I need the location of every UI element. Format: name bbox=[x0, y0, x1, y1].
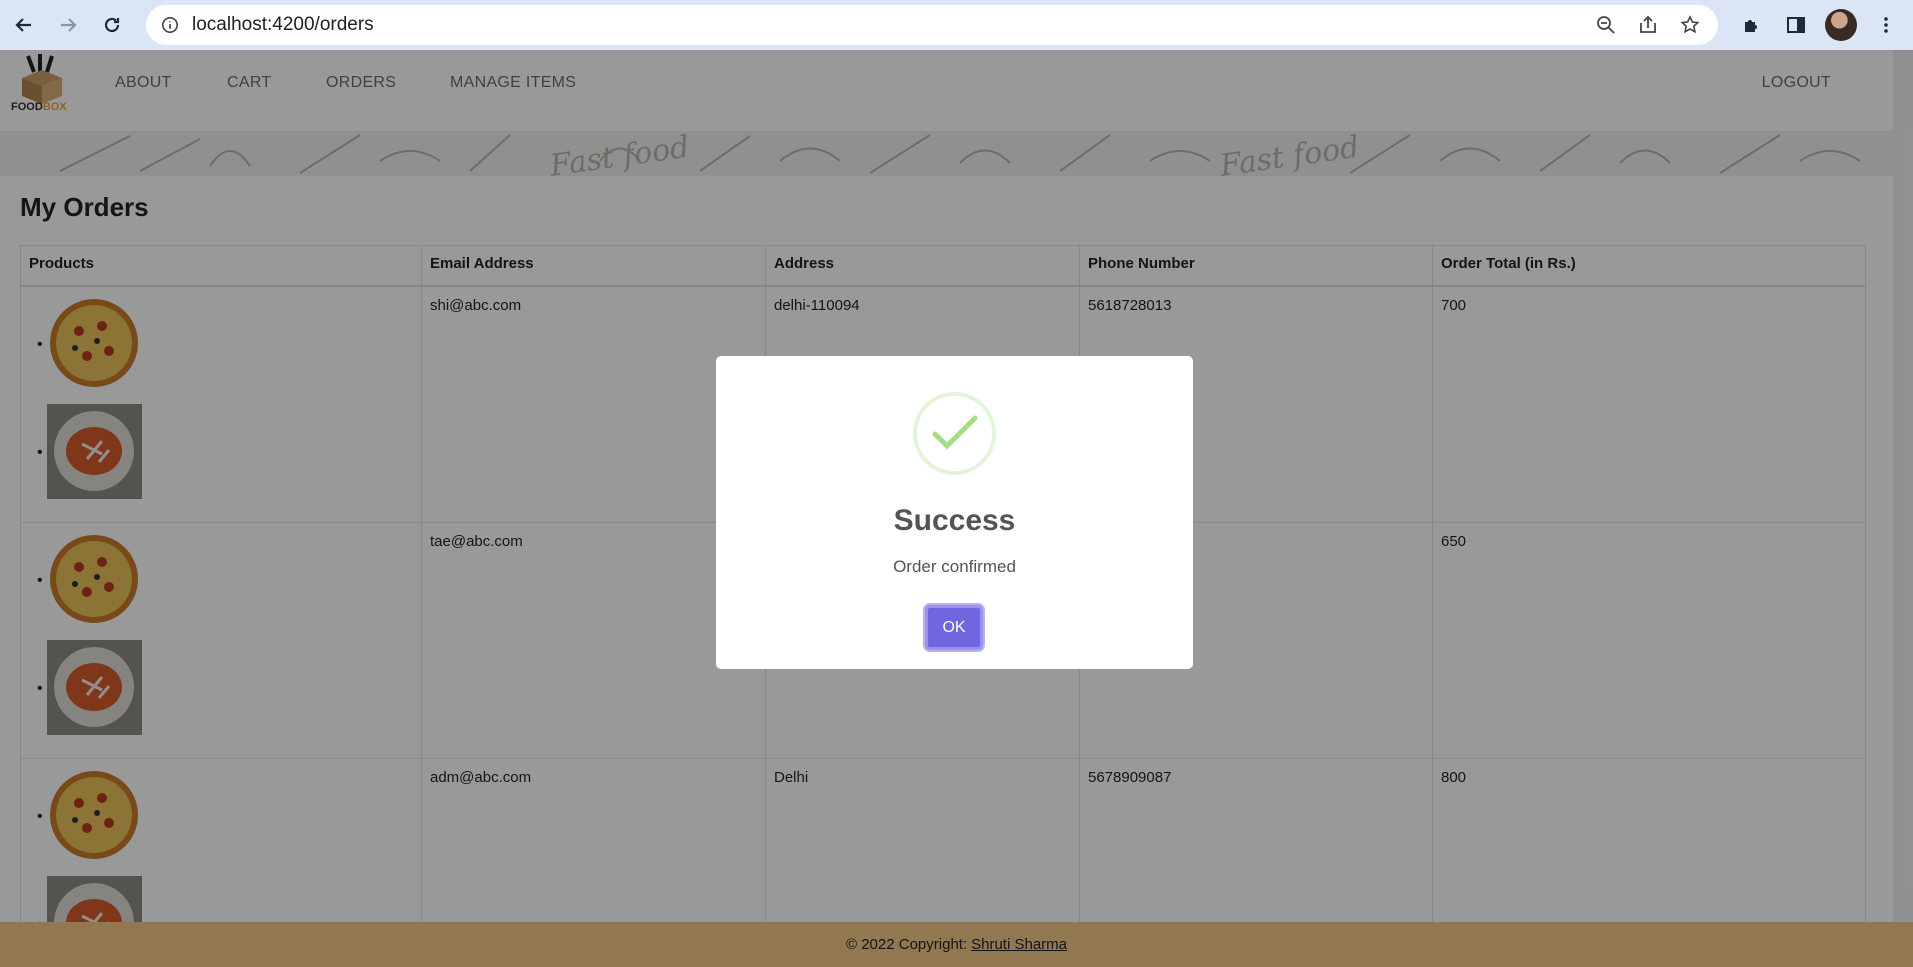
menu-dots-icon[interactable] bbox=[1871, 3, 1901, 47]
success-dialog: Success Order confirmed OK bbox=[716, 356, 1193, 669]
side-panel-icon[interactable] bbox=[1781, 3, 1811, 47]
site-info-icon[interactable] bbox=[160, 15, 180, 35]
forward-icon[interactable] bbox=[46, 3, 90, 47]
bookmark-star-icon[interactable] bbox=[1678, 13, 1702, 37]
share-icon[interactable] bbox=[1636, 13, 1660, 37]
zoom-icon[interactable] bbox=[1594, 13, 1618, 37]
ok-button[interactable]: OK bbox=[925, 605, 983, 650]
success-check-icon bbox=[913, 392, 996, 475]
reload-icon[interactable] bbox=[90, 3, 134, 47]
address-bar[interactable]: localhost:4200/orders bbox=[146, 5, 1718, 45]
url-text[interactable]: localhost:4200/orders bbox=[192, 14, 374, 36]
browser-toolbar: localhost:4200/orders bbox=[0, 0, 1913, 50]
dialog-title: Success bbox=[893, 504, 1016, 537]
extensions-icon[interactable] bbox=[1737, 3, 1767, 47]
dialog-message: Order confirmed bbox=[893, 557, 1016, 576]
profile-avatar[interactable] bbox=[1825, 9, 1857, 41]
back-icon[interactable] bbox=[2, 3, 46, 47]
